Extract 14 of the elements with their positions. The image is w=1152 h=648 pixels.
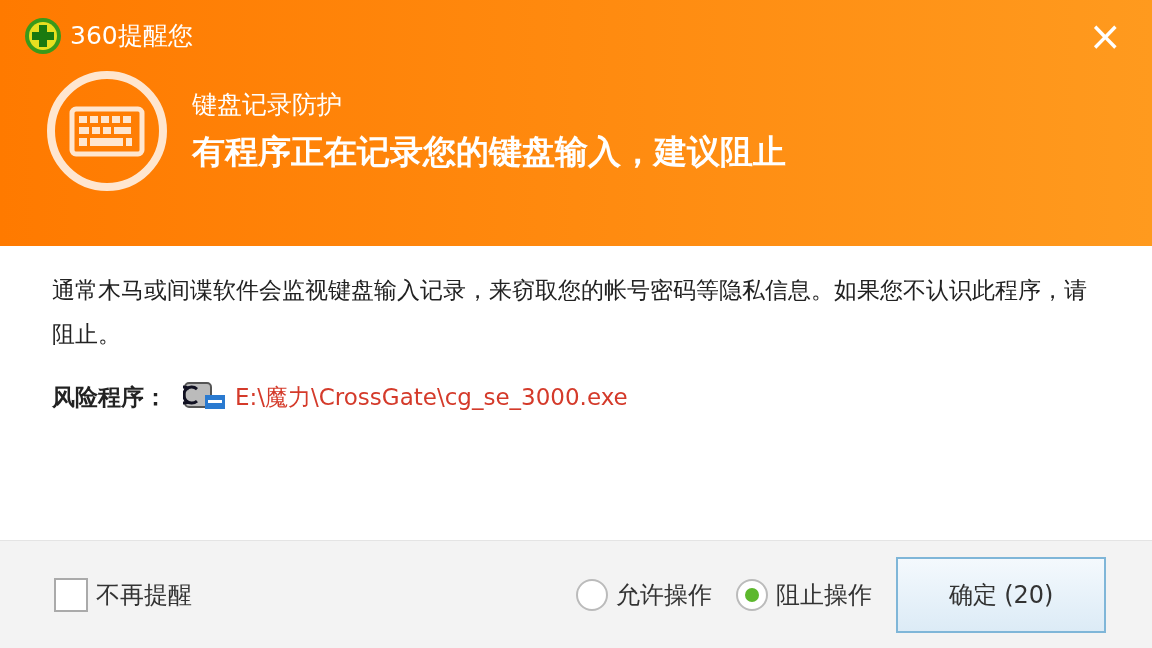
checkbox-label: 不再提醒 bbox=[96, 579, 192, 611]
checkbox[interactable] bbox=[54, 577, 88, 612]
keyboard-icon bbox=[46, 70, 168, 192]
risk-label: 风险程序： bbox=[52, 383, 167, 412]
radio-label: 允许操作 bbox=[616, 579, 712, 611]
description-text: 通常木马或间谍软件会监视键盘输入记录，来窃取您的帐号密码等隐私信息。如果您不认识此程序，请阻止。 bbox=[52, 276, 1088, 349]
program-path: E:\魔力\CrossGate\cg_se_3000.exe bbox=[235, 383, 628, 412]
category-title: 键盘记录防护 bbox=[192, 88, 343, 121]
radio-label: 阻止操作 bbox=[776, 579, 872, 611]
window-title: 360提醒您 bbox=[70, 20, 193, 53]
radio-button[interactable] bbox=[576, 578, 608, 611]
confirm-button[interactable]: 确定 (20) bbox=[896, 556, 1106, 633]
radio-button[interactable] bbox=[736, 578, 768, 611]
headline: 有程序正在记录您的键盘输入，建议阻止 bbox=[192, 131, 786, 173]
